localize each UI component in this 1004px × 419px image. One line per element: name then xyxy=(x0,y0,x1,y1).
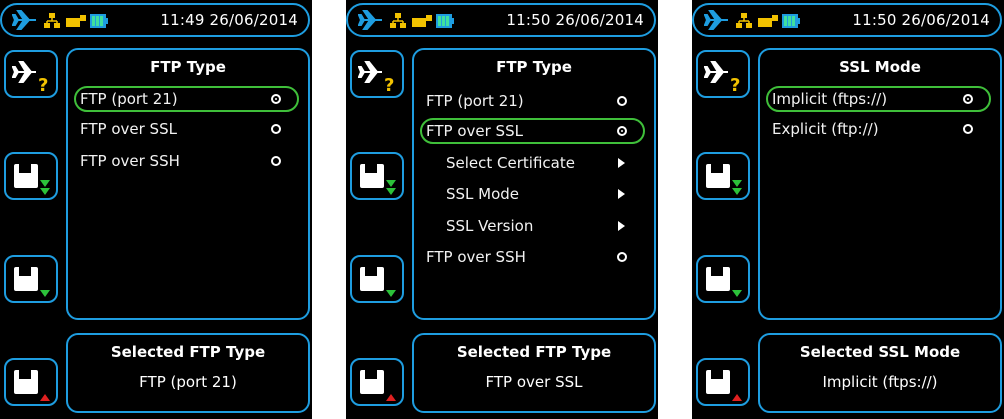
radio-icon xyxy=(271,156,281,166)
selection-summary-panel: Selected FTP Type FTP (port 21) xyxy=(66,333,310,413)
options-panel: SSL Mode Implicit (ftps://) Explicit (ft… xyxy=(758,48,1002,320)
summary-title: Selected FTP Type xyxy=(110,343,266,361)
save-down-button[interactable] xyxy=(4,255,58,303)
clock: 11:49 26/06/2014 xyxy=(160,11,298,29)
save-up-button[interactable] xyxy=(350,358,404,406)
submenu-ssl-version[interactable]: SSL Version xyxy=(420,213,645,239)
help-button[interactable]: ? xyxy=(696,50,750,98)
clock: 11:50 26/06/2014 xyxy=(852,11,990,29)
device-screen-3: 11:50 26/06/2014 ? SSL Mode Implicit (ft… xyxy=(692,0,1004,419)
summary-value: FTP over SSL xyxy=(485,373,583,391)
radio-checked-icon xyxy=(963,94,973,104)
radio-checked-icon xyxy=(617,126,627,136)
submenu-ssl-mode[interactable]: SSL Mode xyxy=(420,181,645,207)
option-label: FTP over SSL xyxy=(80,120,177,138)
svg-text:?: ? xyxy=(384,75,394,94)
battery-icon xyxy=(90,14,108,28)
option-ftp-over-ssl[interactable]: FTP over SSL xyxy=(74,116,299,142)
help-icon: ? xyxy=(704,61,740,94)
device-screen-2: 11:50 26/06/2014 ? FTP Type FTP (port 21… xyxy=(346,0,658,419)
option-label: FTP over SSL xyxy=(426,122,523,140)
radio-icon xyxy=(271,124,281,134)
plane-icon xyxy=(704,10,728,30)
battery-icon xyxy=(782,14,800,28)
help-button[interactable]: ? xyxy=(4,50,58,98)
save-all-button[interactable] xyxy=(696,152,750,200)
save-down-icon xyxy=(706,267,742,297)
plane-icon xyxy=(12,10,36,30)
option-label: FTP (port 21) xyxy=(80,90,178,108)
option-explicit[interactable]: Explicit (ftp://) xyxy=(766,116,991,142)
save-all-button[interactable] xyxy=(4,152,58,200)
network-icon xyxy=(44,13,60,28)
save-down-button[interactable] xyxy=(696,255,750,303)
device-screen-1: 11:49 26/06/2014 ? FTP Type FTP (port 21… xyxy=(0,0,312,419)
save-all-button[interactable] xyxy=(350,152,404,200)
radio-icon xyxy=(963,124,973,134)
save-up-button[interactable] xyxy=(4,358,58,406)
save-up-icon xyxy=(14,370,50,401)
summary-value: FTP (port 21) xyxy=(139,373,237,391)
chevron-right-icon xyxy=(618,189,625,199)
save-all-icon xyxy=(360,164,396,195)
panel-title: FTP Type xyxy=(150,58,226,76)
option-label: Explicit (ftp://) xyxy=(772,120,879,138)
chevron-right-icon xyxy=(618,221,625,231)
option-ftp-over-ssl[interactable]: FTP over SSL xyxy=(420,118,645,144)
radio-icon xyxy=(617,252,627,262)
save-down-button[interactable] xyxy=(350,255,404,303)
network-icon xyxy=(390,13,406,28)
option-label: SSL Version xyxy=(446,217,534,235)
save-up-icon xyxy=(706,370,742,401)
selection-summary-panel: Selected SSL Mode Implicit (ftps://) xyxy=(758,333,1002,413)
option-ftp-port21[interactable]: FTP (port 21) xyxy=(420,88,645,114)
status-bar: 11:49 26/06/2014 xyxy=(0,3,310,37)
option-ftp-over-ssh[interactable]: FTP over SSH xyxy=(420,244,645,270)
save-up-icon xyxy=(360,370,396,401)
selection-summary-panel: Selected FTP Type FTP over SSL xyxy=(412,333,656,413)
save-all-icon xyxy=(14,164,50,195)
option-label: SSL Mode xyxy=(446,185,520,203)
svg-text:?: ? xyxy=(730,75,740,94)
option-implicit[interactable]: Implicit (ftps://) xyxy=(766,86,991,112)
svg-text:?: ? xyxy=(38,75,48,94)
plane-icon xyxy=(358,10,382,30)
option-label: FTP over SSH xyxy=(80,152,180,170)
option-ftp-over-ssh[interactable]: FTP over SSH xyxy=(74,148,299,174)
status-bar: 11:50 26/06/2014 xyxy=(346,3,656,37)
help-icon: ? xyxy=(12,61,48,94)
option-label: Implicit (ftps://) xyxy=(772,90,888,108)
help-button[interactable]: ? xyxy=(350,50,404,98)
option-ftp-port21[interactable]: FTP (port 21) xyxy=(74,86,299,112)
clock: 11:50 26/06/2014 xyxy=(506,11,644,29)
summary-title: Selected FTP Type xyxy=(456,343,612,361)
save-down-icon xyxy=(14,267,50,297)
summary-title: Selected SSL Mode xyxy=(799,343,961,361)
radio-checked-icon xyxy=(271,94,281,104)
option-label: FTP (port 21) xyxy=(426,92,524,110)
usb-icon xyxy=(66,15,86,27)
chevron-right-icon xyxy=(618,158,625,168)
option-label: Select Certificate xyxy=(446,154,575,172)
save-down-icon xyxy=(360,267,396,297)
save-all-icon xyxy=(706,164,742,195)
option-label: FTP over SSH xyxy=(426,248,526,266)
battery-icon xyxy=(436,14,454,28)
options-panel: FTP Type FTP (port 21) FTP over SSL FTP … xyxy=(66,48,310,320)
options-panel: FTP Type FTP (port 21) FTP over SSL Sele… xyxy=(412,48,656,320)
submenu-select-certificate[interactable]: Select Certificate xyxy=(420,150,645,176)
usb-icon xyxy=(758,15,778,27)
panel-title: FTP Type xyxy=(496,58,572,76)
network-icon xyxy=(736,13,752,28)
help-icon: ? xyxy=(358,61,394,94)
save-up-button[interactable] xyxy=(696,358,750,406)
radio-icon xyxy=(617,96,627,106)
panel-title: SSL Mode xyxy=(839,58,921,76)
status-bar: 11:50 26/06/2014 xyxy=(692,3,1002,37)
summary-value: Implicit (ftps://) xyxy=(822,373,938,391)
usb-icon xyxy=(412,15,432,27)
